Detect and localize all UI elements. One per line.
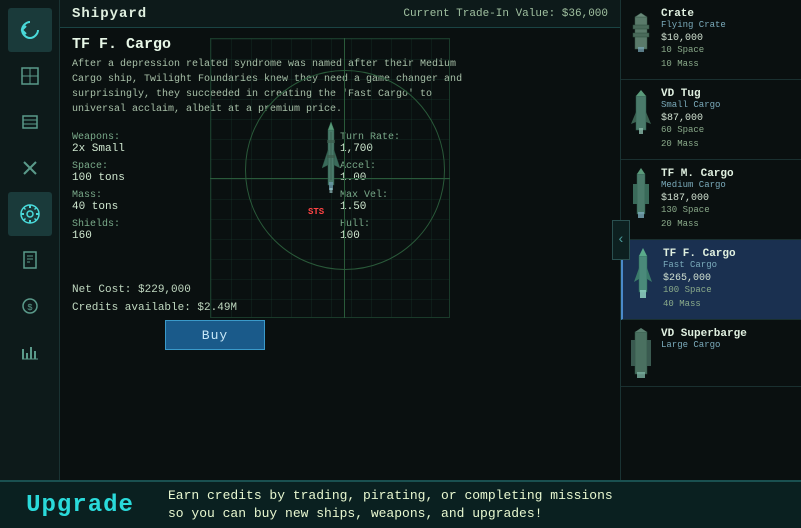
- header-bar: Shipyard Current Trade-In Value: $36,000: [60, 0, 620, 28]
- trade-in-value: Current Trade-In Value: $36,000: [403, 8, 608, 20]
- bottom-bar: Upgrade Earn credits by trading, piratin…: [0, 480, 801, 528]
- ship-card-type: Small Cargo: [661, 100, 793, 110]
- page-title: Shipyard: [72, 6, 147, 22]
- ship-card-stats: 100 Space 40 Mass: [663, 284, 793, 311]
- ship-card-sprite: [629, 168, 653, 218]
- ship-card-stats: 130 Space 20 Mass: [661, 204, 793, 231]
- ship-card-sprite: [629, 328, 653, 378]
- ship-card-type: Medium Cargo: [661, 180, 793, 190]
- sidebar-icon-trade[interactable]: $: [8, 284, 52, 328]
- ship-card-info: VD TugSmall Cargo $87,00060 Space 20 Mass: [661, 88, 793, 151]
- ship-card-stats: 10 Space 10 Mass: [661, 44, 793, 71]
- ship-card-tf-m.-cargo[interactable]: TF M. CargoMedium Cargo $187,000130 Space…: [621, 160, 801, 240]
- sidebar-icon-cargo[interactable]: [8, 100, 52, 144]
- ship-card-info: TF M. CargoMedium Cargo $187,000130 Space…: [661, 168, 793, 231]
- ship-card-info: CrateFlying Crate $10,00010 Space 10 Mass: [661, 8, 793, 71]
- ship-card-price: $87,000: [661, 113, 793, 124]
- ship-card-name: TF F. Cargo: [663, 248, 793, 260]
- buy-button[interactable]: Buy: [165, 320, 265, 350]
- ship-card-sprite: [629, 8, 653, 58]
- sidebar-icon-map[interactable]: [8, 54, 52, 98]
- ship-card-name: VD Tug: [661, 88, 793, 100]
- ship-sprite: [322, 120, 340, 200]
- ship-card-sprite: [629, 88, 653, 138]
- sidebar-icon-finance[interactable]: [8, 330, 52, 374]
- sidebar-icon-back[interactable]: [8, 8, 52, 52]
- ship-card-name: Crate: [661, 8, 793, 20]
- ship-card-crate[interactable]: CrateFlying Crate $10,00010 Space 10 Mass: [621, 0, 801, 80]
- ship-card-info: VD SuperbargeLarge Cargo: [661, 328, 793, 353]
- ship-card-type: Flying Crate: [661, 20, 793, 30]
- ship-card-name: TF M. Cargo: [661, 168, 793, 180]
- ship-card-info: TF F. CargoFast Cargo $265,000100 Space 4…: [663, 248, 793, 311]
- bottom-tip: Earn credits by trading, pirating, or co…: [160, 487, 801, 523]
- ship-card-name: VD Superbarge: [661, 328, 793, 340]
- sidebar: $: [0, 0, 60, 480]
- sidebar-icon-tools[interactable]: [8, 146, 52, 190]
- ship-card-price: $187,000: [661, 193, 793, 204]
- ship-list-panel: CrateFlying Crate $10,00010 Space 10 Mass…: [620, 0, 801, 480]
- ship-card-vd-superbarge[interactable]: VD SuperbargeLarge Cargo: [621, 320, 801, 387]
- sidebar-icon-missions[interactable]: [8, 238, 52, 282]
- sidebar-icon-helm[interactable]: [8, 192, 52, 236]
- ship-card-price: $10,000: [661, 33, 793, 44]
- main-panel: Shipyard Current Trade-In Value: $36,000…: [60, 0, 620, 480]
- svg-text:$: $: [27, 303, 33, 313]
- ship-card-sprite: [631, 248, 655, 298]
- collapse-panel-button[interactable]: ‹: [612, 220, 630, 260]
- ship-card-price: $265,000: [663, 273, 793, 284]
- ship-viewport-circle: [245, 70, 445, 270]
- ship-card-type: Fast Cargo: [663, 260, 793, 270]
- ship-card-vd-tug[interactable]: VD TugSmall Cargo $87,00060 Space 20 Mass: [621, 80, 801, 160]
- ship-card-stats: 60 Space 20 Mass: [661, 124, 793, 151]
- ship-card-type: Large Cargo: [661, 340, 793, 350]
- ship-card-tf-f.-cargo[interactable]: TF F. CargoFast Cargo $265,000100 Space 4…: [621, 240, 801, 320]
- sts-label: STS: [308, 207, 324, 217]
- upgrade-label: Upgrade: [0, 492, 160, 519]
